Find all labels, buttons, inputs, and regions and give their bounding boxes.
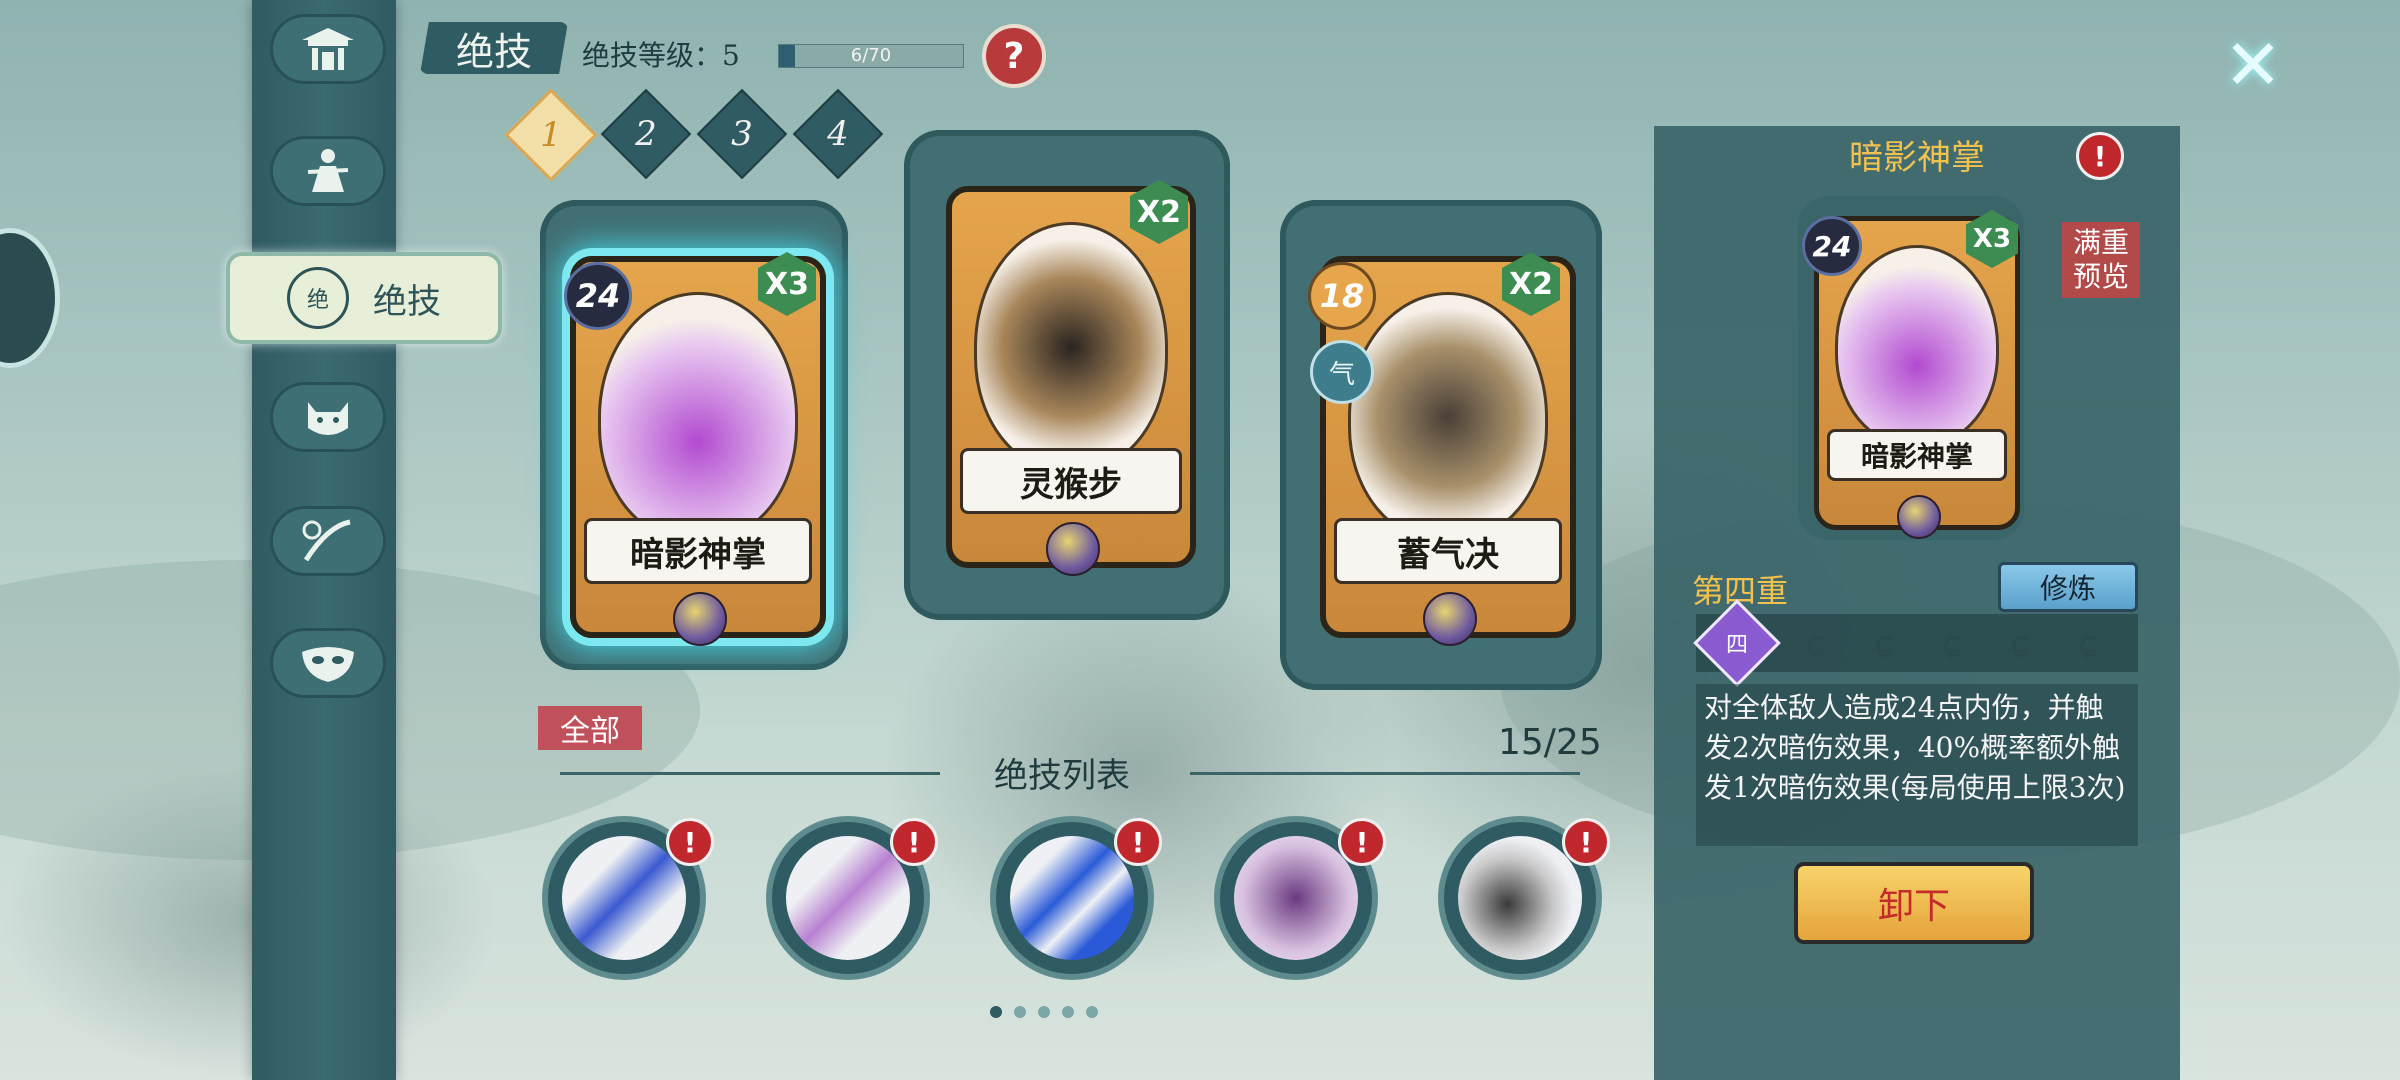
slot-tab-3[interactable]: 3	[696, 88, 788, 180]
close-icon: ✕	[2223, 24, 2283, 106]
train-button[interactable]: 修炼	[1998, 562, 2138, 612]
mask-icon	[302, 647, 354, 682]
card-art	[598, 292, 798, 542]
page-dot[interactable]	[1038, 1006, 1050, 1018]
question-icon: ?	[1003, 35, 1025, 77]
sidebar-item-mask[interactable]	[270, 628, 386, 698]
page-dot[interactable]	[1062, 1006, 1074, 1018]
card-art	[974, 222, 1168, 472]
alert-icon: !	[890, 818, 938, 866]
slot-tab-2[interactable]: 2	[600, 88, 692, 180]
unequip-button[interactable]: 卸下	[1794, 862, 2034, 944]
qi-element-icon: 气	[1310, 340, 1374, 404]
skill-count: 15/25	[1498, 722, 1602, 763]
avatar[interactable]	[0, 228, 60, 368]
alert-icon: !	[1338, 818, 1386, 866]
filter-all-button[interactable]: 全部	[538, 706, 642, 750]
card-cost: 24	[564, 262, 632, 330]
slot-tab-label: 3	[731, 114, 753, 154]
sidebar-item-weapon[interactable]	[270, 506, 386, 576]
alert-icon: !	[1562, 818, 1610, 866]
skill-level-label: 绝技等级：5	[582, 39, 740, 72]
alert-icon: !	[666, 818, 714, 866]
card-cost: 24	[1802, 216, 1862, 276]
slot-tab-label: 1	[540, 115, 562, 155]
page-dot[interactable]	[990, 1006, 1002, 1018]
divider	[1190, 772, 1580, 775]
card-name: 灵猴步	[960, 448, 1182, 514]
tier-gem-label: 四	[1725, 633, 1748, 658]
ice-lightning-icon	[1010, 836, 1134, 960]
progress-text: 6/70	[850, 45, 892, 66]
card-name: 暗影神掌	[1827, 429, 2007, 481]
divider	[560, 772, 940, 775]
card-art	[1348, 292, 1548, 542]
slot-tab-label: 2	[635, 114, 657, 154]
close-button[interactable]: ✕	[2218, 24, 2288, 106]
swirl-icon: ɕ	[2010, 623, 2030, 665]
card-orb-icon	[1046, 522, 1100, 576]
sidebar-item-pet[interactable]	[270, 382, 386, 452]
card-cost: 18	[1308, 262, 1376, 330]
character-icon	[307, 149, 349, 192]
swirl-icon: ɕ	[2078, 623, 2098, 665]
help-button[interactable]: ?	[982, 24, 1046, 88]
tier-progress-row: 四 ɕ ɕ ɕ ɕ ɕ	[1693, 599, 2138, 687]
skill-level-progress-bar: 6/70	[778, 44, 964, 68]
swirl-icon: ɕ	[1874, 623, 1894, 665]
skill-list-title: 绝技列表	[994, 756, 1130, 796]
claw-strike-icon	[786, 836, 910, 960]
cat-icon	[308, 402, 348, 435]
slot-tab-4[interactable]: 4	[792, 88, 884, 180]
sidebar-item-skills[interactable]: 绝 绝技	[226, 252, 502, 344]
sword-flurry-icon	[1458, 836, 1582, 960]
max-tier-preview-button[interactable]: 满重预览	[2062, 222, 2140, 298]
card-orb-icon	[1423, 592, 1477, 646]
page-dot[interactable]	[1086, 1006, 1098, 1018]
slot-tab-1[interactable]: 1	[504, 88, 598, 182]
skill-emblem-icon: 绝	[287, 267, 349, 329]
sidebar-item-label: 绝技	[373, 281, 441, 322]
card-art	[1835, 245, 1999, 447]
alert-icon: !	[1114, 818, 1162, 866]
alert-icon: !	[2076, 132, 2124, 180]
page-dot[interactable]	[1014, 1006, 1026, 1018]
lightning-strike-icon	[562, 836, 686, 960]
swirl-icon: ɕ	[1942, 623, 1962, 665]
card-orb-icon	[673, 592, 727, 646]
sidebar-item-character[interactable]	[270, 136, 386, 206]
shadow-warrior-icon	[1234, 836, 1358, 960]
card-name: 暗影神掌	[584, 518, 812, 584]
card-orb-icon	[1897, 495, 1941, 539]
slot-tab-label: 4	[827, 114, 849, 154]
card-name: 蓄气决	[1334, 518, 1562, 584]
sidebar-item-pavilion[interactable]	[270, 14, 386, 84]
pavilion-icon	[302, 28, 354, 70]
swirl-icon: ɕ	[1806, 623, 1826, 665]
page-title: 绝技	[420, 22, 568, 74]
skill-description: 对全体敌人造成24点内伤，并触发2次暗伤效果，40%概率额外触发1次暗伤效果(每…	[1696, 684, 2138, 846]
weapon-icon	[302, 519, 351, 562]
